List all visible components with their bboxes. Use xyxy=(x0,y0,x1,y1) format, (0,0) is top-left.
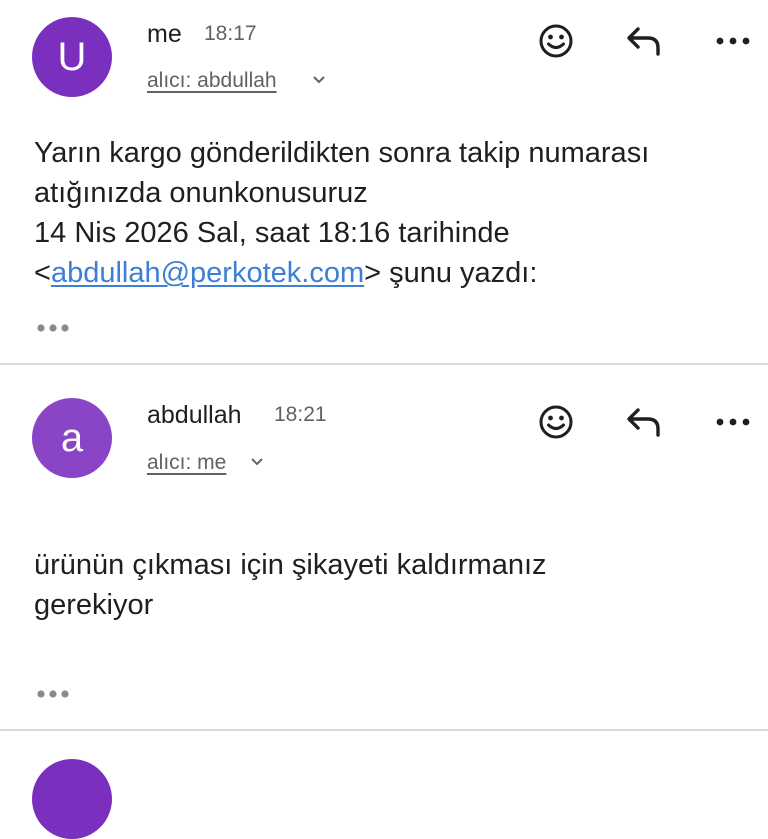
quote-open: < xyxy=(34,257,51,289)
ellipsis-icon[interactable] xyxy=(36,687,70,705)
recipient-toggle[interactable]: alıcı: me xyxy=(147,451,226,475)
avatar[interactable]: a xyxy=(32,398,112,478)
message-body: Yarın kargo gönderildikten sonra takip n… xyxy=(34,133,649,293)
sender-name: abdullah xyxy=(147,401,242,429)
avatar[interactable] xyxy=(32,759,112,839)
chevron-down-icon[interactable] xyxy=(250,454,264,472)
message-time: 18:21 xyxy=(274,403,327,426)
reply-icon[interactable] xyxy=(622,19,666,63)
message-time: 18:17 xyxy=(204,22,257,45)
more-icon[interactable] xyxy=(711,19,755,63)
chevron-down-icon[interactable] xyxy=(312,72,326,90)
quote-close: > şunu yazdı: xyxy=(364,257,538,289)
reply-icon[interactable] xyxy=(622,400,666,444)
message-1: U me 18:17 alıcı: abdullah Yarın kargo g… xyxy=(0,0,768,362)
divider xyxy=(0,729,768,731)
body-line: Yarın kargo gönderildikten sonra takip n… xyxy=(34,137,650,169)
sender-name: me xyxy=(147,20,182,48)
ellipsis-icon[interactable] xyxy=(36,321,70,339)
smiley-icon[interactable] xyxy=(534,400,578,444)
body-line: atığınızda onunkonusuruz xyxy=(34,177,368,209)
smiley-icon[interactable] xyxy=(534,19,578,63)
body-line: ürünün çıkması için şikayeti kaldırmanız xyxy=(34,549,547,581)
recipient-toggle[interactable]: alıcı: abdullah xyxy=(147,69,277,93)
more-icon[interactable] xyxy=(711,400,755,444)
avatar-letter: a xyxy=(60,415,84,460)
quote-from: <abdullah@perkotek.com> şunu yazdı: xyxy=(34,253,649,293)
avatar[interactable]: U xyxy=(32,17,112,97)
email-link[interactable]: abdullah@perkotek.com xyxy=(51,257,364,289)
avatar-letter: U xyxy=(57,34,87,79)
body-line: gerekiyor xyxy=(34,589,154,621)
quote-header: 14 Nis 2026 Sal, saat 18:16 tarihinde xyxy=(34,217,510,249)
message-2: a abdullah 18:21 alıcı: me ürünün çıkmas… xyxy=(0,365,768,728)
message-body: ürünün çıkması için şikayeti kaldırmanız… xyxy=(34,545,547,625)
